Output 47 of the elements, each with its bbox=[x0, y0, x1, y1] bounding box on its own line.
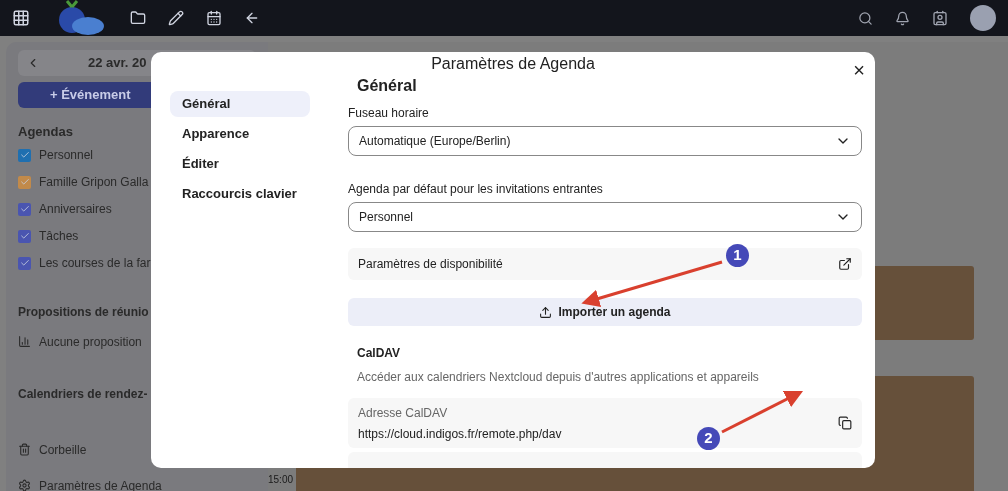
section-title: Agendas bbox=[18, 123, 73, 141]
field-label: Agenda par défaut pour les invitations entrantes bbox=[348, 181, 604, 198]
section-heading: Général bbox=[357, 76, 418, 96]
section-heading: CalDAV bbox=[357, 345, 402, 362]
upload-icon bbox=[539, 305, 553, 319]
settings-tab[interactable]: Raccourcis clavier bbox=[170, 181, 310, 207]
folder-icon[interactable] bbox=[130, 10, 146, 26]
agenda-checkbox[interactable] bbox=[18, 256, 31, 270]
external-link-icon bbox=[838, 257, 852, 271]
date-label: 22 avr. 20 bbox=[88, 54, 147, 73]
check-icon bbox=[19, 204, 30, 214]
calendar-icon[interactable] bbox=[206, 10, 222, 26]
dialog-title: Paramètres de Agenda bbox=[431, 54, 595, 74]
default-agenda-select[interactable]: Personnel bbox=[348, 202, 862, 232]
section-title: Calendriers de rendez- bbox=[18, 385, 148, 403]
settings-tab[interactable]: Éditer bbox=[170, 151, 310, 177]
section-title: Propositions de réunio bbox=[18, 303, 149, 321]
section-description: Accéder aux calendriers Nextcloud depuis d'autres applications et appareils bbox=[357, 369, 760, 386]
agenda-checkbox[interactable] bbox=[18, 229, 31, 243]
agenda-checkbox[interactable] bbox=[18, 202, 31, 216]
close-button[interactable]: × bbox=[853, 60, 865, 80]
pencil-icon[interactable] bbox=[168, 10, 184, 26]
bell-icon[interactable] bbox=[895, 10, 910, 26]
agenda-checkbox[interactable] bbox=[18, 148, 31, 162]
field-label: Fuseau horaire bbox=[348, 105, 430, 122]
apps-menu-icon[interactable] bbox=[12, 9, 30, 27]
trash-icon bbox=[18, 443, 31, 456]
settings-tab[interactable]: Apparence bbox=[170, 121, 310, 147]
empty-label: Aucune proposition bbox=[39, 333, 142, 351]
chart-icon bbox=[18, 335, 31, 348]
field-label: Adresse CalDAV bbox=[358, 404, 449, 422]
search-icon[interactable] bbox=[858, 10, 873, 26]
arrow-left-icon[interactable] bbox=[244, 10, 260, 26]
settings-icon bbox=[18, 479, 31, 491]
agenda-checkbox[interactable] bbox=[18, 175, 31, 189]
avatar[interactable] bbox=[970, 5, 996, 31]
check-icon bbox=[19, 258, 30, 268]
check-icon bbox=[19, 231, 30, 241]
caldav-url: https://cloud.indigos.fr/remote.php/dav bbox=[358, 425, 562, 443]
check-icon bbox=[19, 150, 30, 160]
check-icon bbox=[19, 177, 30, 187]
contacts-icon[interactable] bbox=[932, 10, 948, 26]
time-label: 15:00 bbox=[268, 474, 294, 486]
settings-tab[interactable]: Général bbox=[170, 91, 310, 117]
copy-icon[interactable] bbox=[838, 416, 852, 430]
timezone-select[interactable]: Automatique (Europe/Berlin) bbox=[348, 126, 862, 156]
import-button[interactable]: Importer un agenda bbox=[348, 298, 862, 326]
